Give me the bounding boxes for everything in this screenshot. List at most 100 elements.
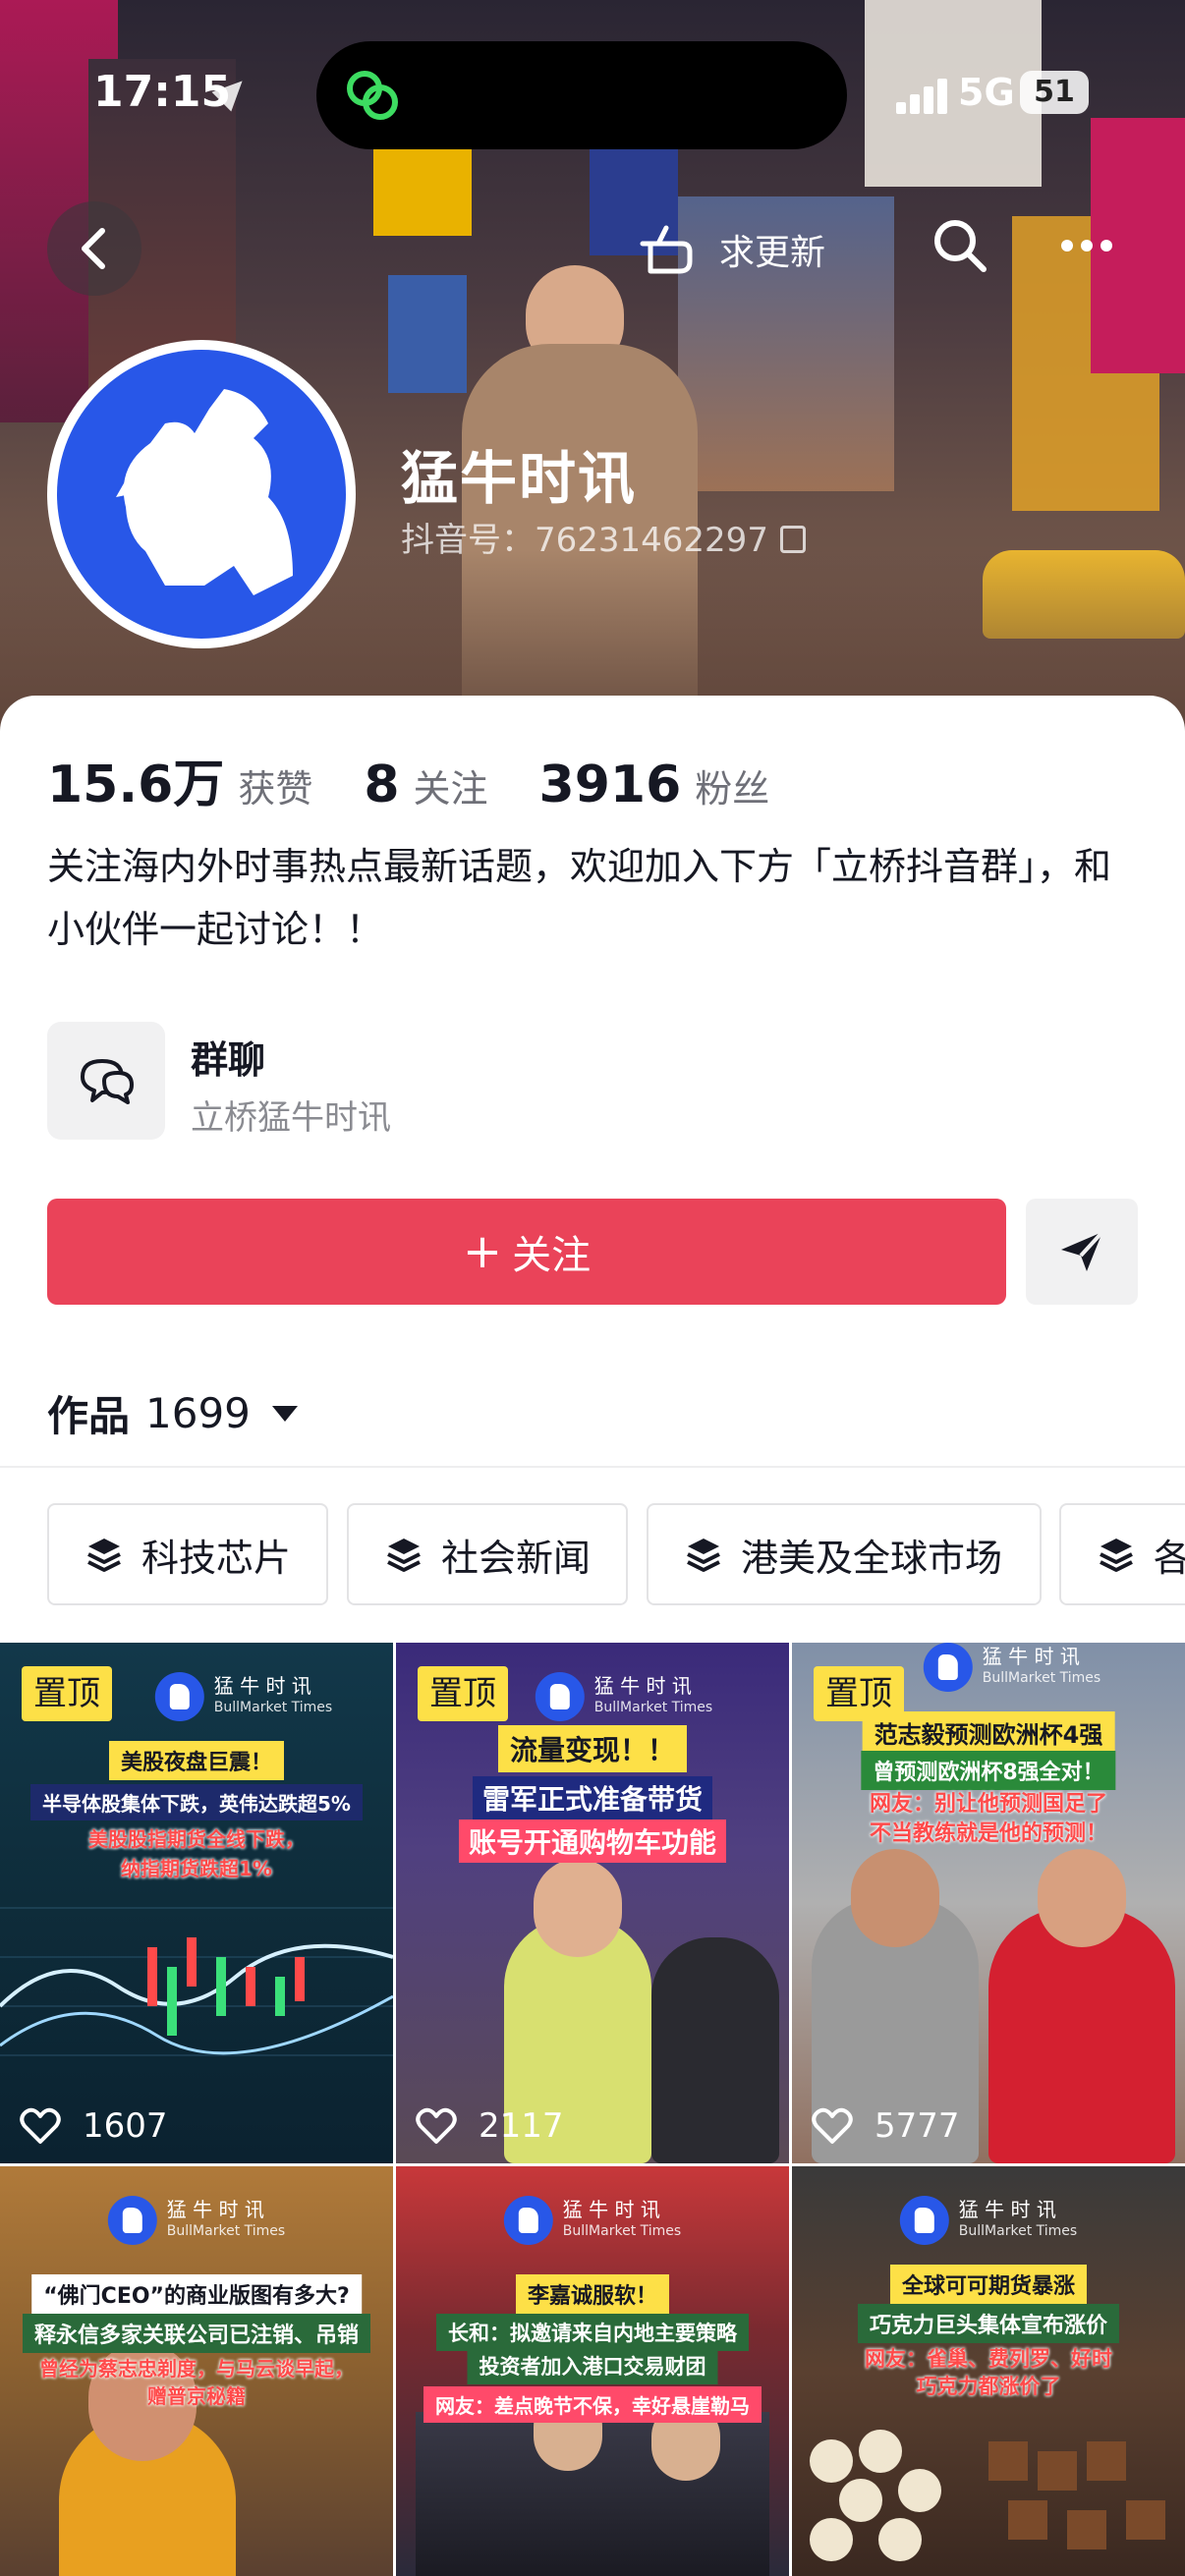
brand-name: 猛 牛 时 讯	[593, 1674, 692, 1698]
heart-icon	[416, 2107, 457, 2144]
group-chat-icon	[47, 1022, 165, 1140]
brand-watermark: 猛 牛 时 讯 BullMarket Times	[503, 2196, 682, 2245]
profile-card: 15.6万 获赞 8 关注 3916 粉丝 关注海内外时事热点最新话题，欢迎加入…	[0, 696, 1185, 2576]
collection-chip-label: 科技芯片	[141, 1536, 292, 1580]
video-headline: 不当教练就是他的预测！	[869, 1821, 1108, 1846]
video-headline: 雷军正式准备带货	[472, 1776, 713, 1820]
brand-watermark: 猛 牛 时 讯 BullMarket Times	[923, 1643, 1101, 1692]
request-update-label: 求更新	[719, 233, 826, 273]
bull-logo	[57, 350, 346, 639]
video-tile[interactable]: 猛 牛 时 讯 BullMarket Times 范志毅预测欧洲杯4强 曾预测欧洲…	[792, 1643, 1185, 2163]
video-tile[interactable]: 猛 牛 时 讯 BullMarket Times 全球可可期货暴涨 巧克力巨头集体…	[792, 2166, 1185, 2576]
collection-chip-label: 社会新闻	[441, 1536, 592, 1580]
profile-bio: 关注海内外时事热点最新话题，欢迎加入下方「立桥抖音群」，和小伙伴一起讨论！！	[47, 845, 1112, 951]
brand-name-en: BullMarket Times	[166, 2223, 286, 2239]
video-headline: 长和：拟邀请来自内地主要策略	[436, 2314, 749, 2351]
video-headline: 释永信多家关联公司已注销、吊销	[22, 2314, 371, 2353]
battery-icon: 51	[1020, 71, 1089, 114]
status-bar: 17:15 5G 51	[0, 0, 1185, 187]
video-tile[interactable]: 猛 牛 时 讯 BullMarket Times “佛门CEO”的商业版图有多大?…	[0, 2166, 393, 2576]
following-count[interactable]: 8	[364, 756, 399, 814]
brand-name-en: BullMarket Times	[562, 2223, 682, 2239]
copy-icon[interactable]	[779, 526, 806, 553]
profile-id[interactable]: 抖音号：76231462297	[401, 513, 806, 561]
chevron-left-icon	[82, 228, 105, 269]
more-options-icon[interactable]	[1061, 240, 1112, 252]
group-chat-subtitle: 立桥猛牛时讯	[191, 1098, 391, 1138]
video-tile[interactable]: 猛 牛 时 讯 BullMarket Times 美股夜盘巨震！ 半导体股集体下跌…	[0, 1643, 393, 2163]
profile-cover: 17:15 5G 51 求更新 猛牛时讯 抖音号：76231462297	[0, 0, 1185, 747]
likes-count[interactable]: 15.6万	[47, 743, 224, 816]
video-headline: 赠普京秘籍	[147, 2384, 246, 2408]
video-headline: 巧克力都涨价了	[916, 2375, 1061, 2398]
follow-button[interactable]: + 关注	[47, 1199, 1006, 1305]
bull-icon	[899, 2196, 949, 2245]
video-headline: 网友：差点晚节不保，幸好悬崖勒马	[423, 2386, 762, 2423]
collection-chip-markets[interactable]: 港美及全球市场	[647, 1503, 1042, 1605]
send-message-button[interactable]	[1026, 1199, 1138, 1305]
works-tab[interactable]: 作品 1699	[47, 1383, 298, 1443]
followers-label[interactable]: 粉丝	[695, 758, 769, 812]
dropdown-triangle-icon	[271, 1405, 298, 1422]
collection-chips: 科技芯片 社会新闻 港美及全球市场 各	[0, 1503, 1185, 1611]
brand-watermark: 猛 牛 时 讯 BullMarket Times	[899, 2196, 1078, 2245]
following-label[interactable]: 关注	[414, 758, 488, 812]
works-count: 1699	[145, 1389, 251, 1437]
search-icon[interactable]	[929, 214, 991, 277]
collection-chip-more[interactable]: 各	[1059, 1503, 1185, 1605]
back-button[interactable]	[47, 201, 141, 296]
divider	[0, 1466, 1185, 1468]
brand-name-en: BullMarket Times	[982, 1670, 1101, 1686]
collection-chip-tech[interactable]: 科技芯片	[47, 1503, 328, 1605]
brand-watermark: 猛 牛 时 讯 BullMarket Times	[107, 2196, 286, 2245]
video-likes: 5777	[812, 2106, 960, 2146]
brand-name: 猛 牛 时 讯	[982, 1645, 1080, 1668]
pointing-hand-icon	[640, 225, 693, 274]
heart-icon	[20, 2107, 61, 2144]
video-grid: 猛 牛 时 讯 BullMarket Times 美股夜盘巨震！ 半导体股集体下跌…	[0, 1643, 1185, 2576]
brand-name: 猛 牛 时 讯	[166, 2198, 264, 2221]
bull-icon	[107, 2196, 157, 2245]
likes-label[interactable]: 获赞	[238, 758, 312, 812]
brand-name-en: BullMarket Times	[213, 1700, 333, 1715]
video-headline: 美股夜盘巨震！	[108, 1741, 285, 1780]
stock-chart-graphic	[0, 1907, 393, 2056]
brand-name-en: BullMarket Times	[958, 2223, 1078, 2239]
chocolate-graphic	[810, 2430, 1165, 2561]
layers-icon	[87, 1539, 121, 1572]
followers-count[interactable]: 3916	[539, 756, 682, 814]
video-tile[interactable]: 猛 牛 时 讯 BullMarket Times 李嘉诚服软！ 长和：拟邀请来自内…	[396, 2166, 789, 2576]
video-headline: 流量变现！！	[497, 1725, 688, 1772]
video-headline: 巧克力巨头集体宣布涨价	[857, 2304, 1120, 2343]
follow-label: 关注	[512, 1233, 592, 1278]
video-tile[interactable]: 猛 牛 时 讯 BullMarket Times 流量变现！！ 雷军正式准备带货 …	[396, 1643, 789, 2163]
person-head	[851, 1849, 939, 1947]
video-likes-count: 5777	[875, 2106, 960, 2146]
pinned-badge: 置顶	[814, 1666, 904, 1721]
group-chat-entry[interactable]: 群聊 立桥猛牛时讯	[47, 1020, 1138, 1142]
video-headline: 李嘉诚服软！	[515, 2274, 670, 2314]
video-headline: 账号开通购物车功能	[458, 1820, 727, 1863]
link-icon	[347, 71, 398, 120]
brand-watermark: 猛 牛 时 讯 BullMarket Times	[154, 1672, 333, 1721]
collection-chip-society[interactable]: 社会新闻	[347, 1503, 628, 1605]
person-head	[1038, 1849, 1126, 1947]
layers-icon	[1100, 1539, 1133, 1572]
brand-name-en: BullMarket Times	[593, 1700, 713, 1715]
bull-icon	[923, 1643, 973, 1692]
pinned-badge: 置顶	[418, 1666, 508, 1721]
person-figure	[651, 1937, 779, 2163]
collection-chip-label: 各	[1154, 1536, 1185, 1580]
video-headline: 全球可可期货暴涨	[889, 2265, 1088, 2304]
video-likes-count: 1607	[83, 2106, 168, 2146]
avatar[interactable]	[47, 340, 356, 648]
video-likes-count: 2117	[479, 2106, 564, 2146]
bull-icon	[535, 1672, 585, 1721]
video-headline: 曾预测欧洲杯8强全对！	[861, 1751, 1116, 1790]
video-headline: 半导体股集体下跌，英伟达跌超5%	[30, 1784, 363, 1820]
person-head	[534, 1859, 622, 1957]
group-chat-title: 群聊	[191, 1038, 266, 1082]
status-time: 17:15	[93, 67, 232, 117]
video-headline: “佛门CEO”的商业版图有多大?	[31, 2274, 362, 2314]
request-update-button[interactable]: 求更新	[637, 206, 825, 293]
